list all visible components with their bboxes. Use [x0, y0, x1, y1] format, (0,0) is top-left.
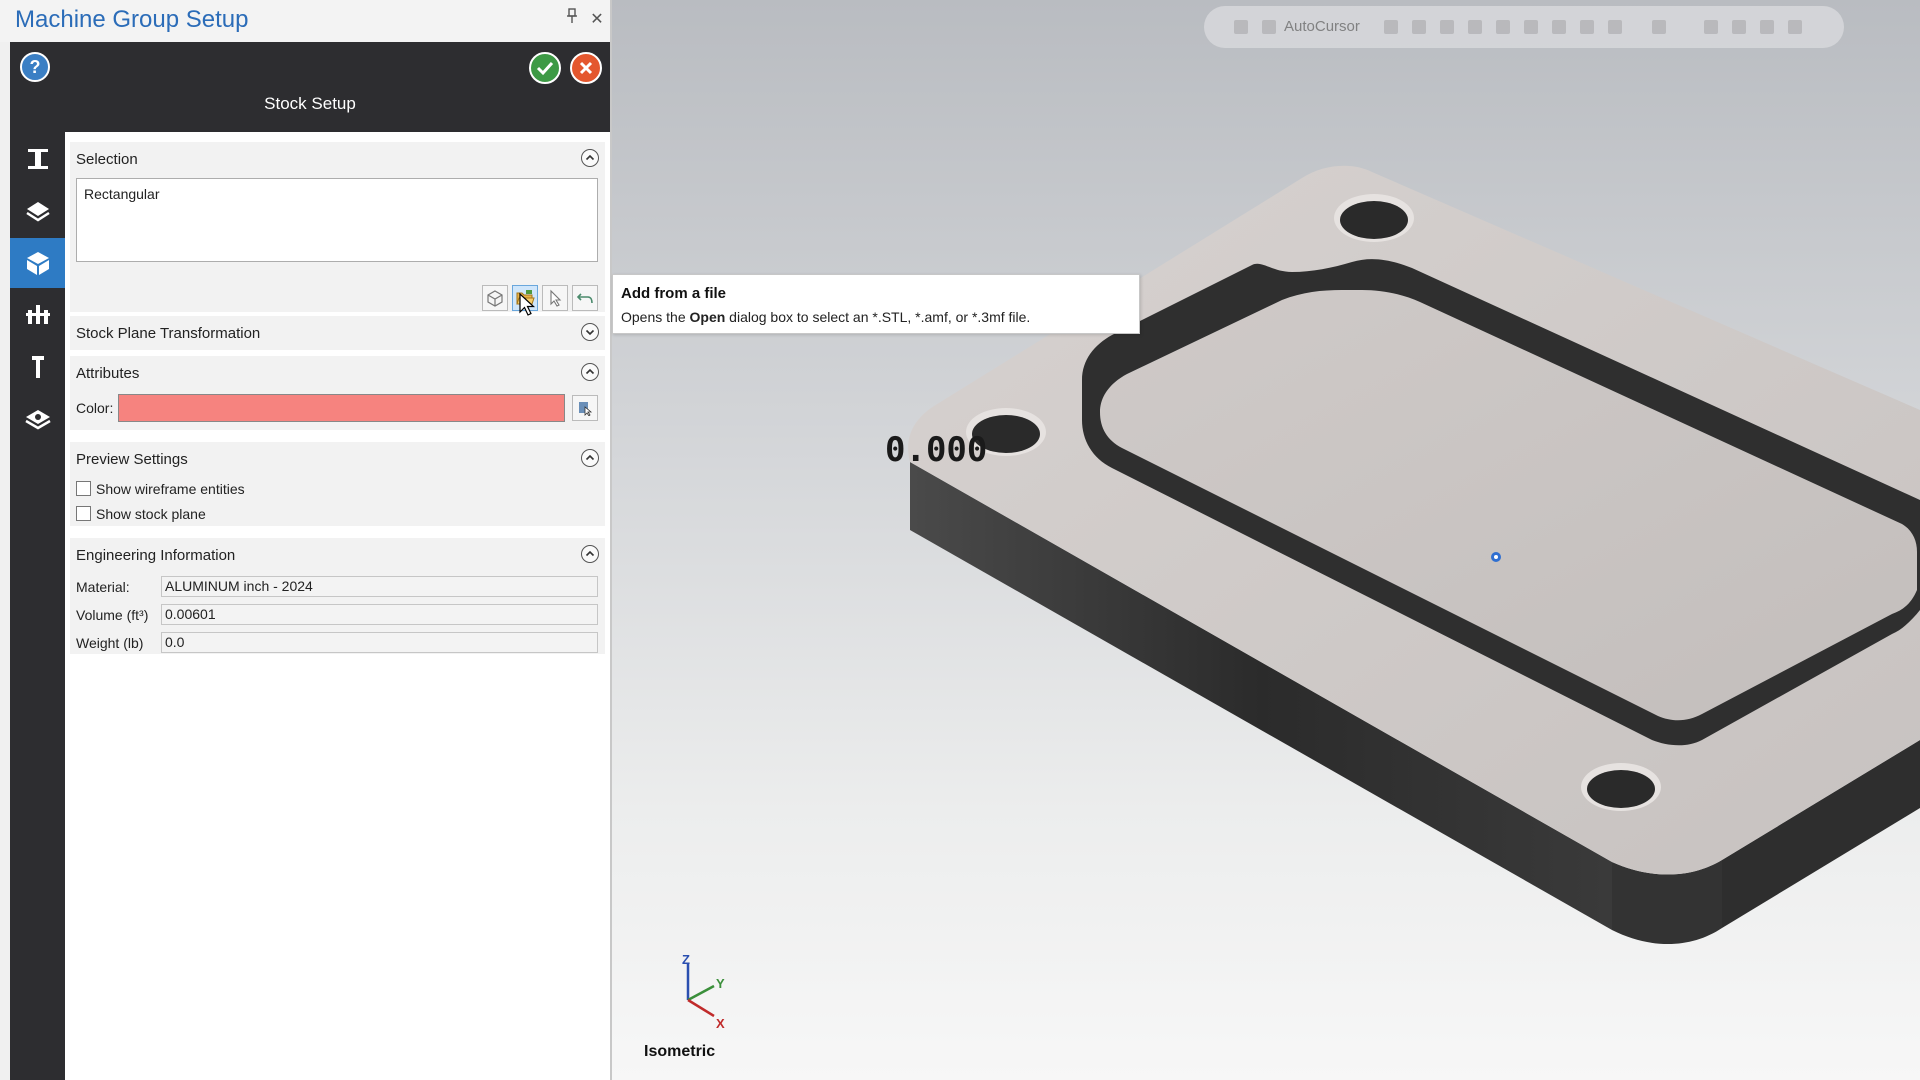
tooltip-desc-bold: Open: [689, 309, 726, 325]
toolpath-icon: [25, 202, 50, 222]
stock-plane-section: Stock Plane Transformation: [70, 316, 605, 350]
stock-plane-label: Stock Plane Transformation: [76, 325, 261, 342]
weight-value: 0.0: [161, 632, 598, 653]
pointer-icon: [550, 289, 562, 307]
attributes-label: Attributes: [76, 365, 140, 382]
color-picker-icon: [579, 402, 593, 416]
sidebar-item-tools[interactable]: [10, 342, 65, 392]
attributes-section: Attributes Color:: [70, 356, 605, 430]
selection-section: Selection Rectangular: [70, 142, 605, 312]
mouse-cursor-icon: [519, 292, 536, 316]
axis-z-label: Z: [682, 952, 690, 967]
preview-settings-section: Preview Settings Show wireframe entities…: [70, 442, 605, 526]
weight-label: Weight (lb): [76, 635, 144, 651]
chevron-down-icon[interactable]: [581, 323, 599, 341]
material-value: ALUMINUM inch - 2024: [161, 576, 598, 597]
selection-label: Selection: [76, 151, 138, 168]
axis-y-label: Y: [716, 976, 725, 991]
view-name: Isometric: [644, 1043, 716, 1060]
color-swatch[interactable]: [118, 394, 565, 422]
color-picker-button[interactable]: [572, 395, 598, 421]
show-wireframe-checkbox[interactable]: [76, 481, 91, 496]
chevron-up-icon[interactable]: [581, 149, 599, 167]
tool-icon: [31, 356, 44, 378]
fixture-icon: [25, 305, 50, 324]
sidebar-item-toolpaths[interactable]: [10, 186, 65, 236]
stock-icon: [26, 252, 49, 275]
graphics-viewport[interactable]: AutoCursor 0.000 Z Y X Isometric: [612, 0, 1920, 1080]
material-label: Material:: [76, 579, 130, 595]
selection-header[interactable]: Selection: [70, 142, 605, 176]
machine-icon: [27, 149, 48, 169]
sidebar-item-stock[interactable]: [10, 238, 65, 288]
color-label: Color:: [76, 400, 114, 416]
show-wireframe-label[interactable]: Show wireframe entities: [96, 481, 245, 497]
help-button[interactable]: ?: [20, 52, 50, 82]
add-box-button[interactable]: [482, 285, 508, 311]
close-icon[interactable]: ✕: [587, 8, 607, 32]
show-stock-plane-label[interactable]: Show stock plane: [96, 506, 206, 522]
select-entities-button[interactable]: [542, 285, 568, 311]
ok-button[interactable]: [529, 52, 561, 84]
pin-icon[interactable]: [562, 8, 582, 32]
tooltip-desc-before: Opens the: [621, 309, 690, 325]
part-model[interactable]: [612, 0, 1920, 1080]
tooltip-title: Add from a file: [621, 285, 727, 302]
preview-settings-label: Preview Settings: [76, 451, 188, 468]
engineering-info-header[interactable]: Engineering Information: [70, 538, 605, 572]
cancel-button[interactable]: [570, 52, 602, 84]
tooltip-desc-after: dialog box to select an *.STL, *.amf, or…: [725, 309, 1031, 325]
chevron-up-icon[interactable]: [581, 545, 599, 563]
axis-triad: Z Y X: [682, 952, 725, 1031]
cube-icon: [487, 290, 503, 307]
engineering-info-section: Engineering Information Material: ALUMIN…: [70, 538, 605, 654]
sidebar-item-properties[interactable]: [10, 394, 65, 444]
selection-list[interactable]: Rectangular: [76, 178, 598, 262]
sidebar: [10, 132, 65, 1080]
list-item[interactable]: Rectangular: [84, 186, 160, 202]
panel-title: Machine Group Setup: [15, 6, 249, 33]
volume-value: 0.00601: [161, 604, 598, 625]
preview-settings-header[interactable]: Preview Settings: [70, 442, 605, 476]
engineering-info-label: Engineering Information: [76, 547, 236, 564]
show-stock-plane-checkbox[interactable]: [76, 506, 91, 521]
reset-button[interactable]: [572, 285, 598, 311]
panel-header: ? Stock Setup: [10, 42, 610, 132]
page-title: Stock Setup: [264, 94, 356, 113]
panel-titlebar: Machine Group Setup ✕: [0, 0, 610, 42]
axis-x-label: X: [716, 1016, 725, 1031]
stock-setup-content: Selection Rectangular Stock Plane Transf…: [65, 132, 610, 1080]
attributes-header[interactable]: Attributes: [70, 356, 605, 390]
dimension-readout: 0.000: [885, 430, 988, 470]
chevron-up-icon[interactable]: [581, 363, 599, 381]
sidebar-item-machine[interactable]: [10, 134, 65, 184]
machine-group-setup-panel: Machine Group Setup ✕ ? Stock Setup Sele…: [0, 0, 612, 1080]
properties-icon: [24, 410, 51, 430]
undo-icon: [576, 293, 593, 304]
tooltip: Add from a file Opens the Open dialog bo…: [612, 274, 1140, 334]
chevron-up-icon[interactable]: [581, 449, 599, 467]
tooltip-description: Opens the Open dialog box to select an *…: [621, 309, 1030, 325]
sidebar-item-fixtures[interactable]: [10, 290, 65, 340]
stock-plane-header[interactable]: Stock Plane Transformation: [70, 316, 605, 350]
volume-label: Volume (ft³): [76, 607, 149, 623]
